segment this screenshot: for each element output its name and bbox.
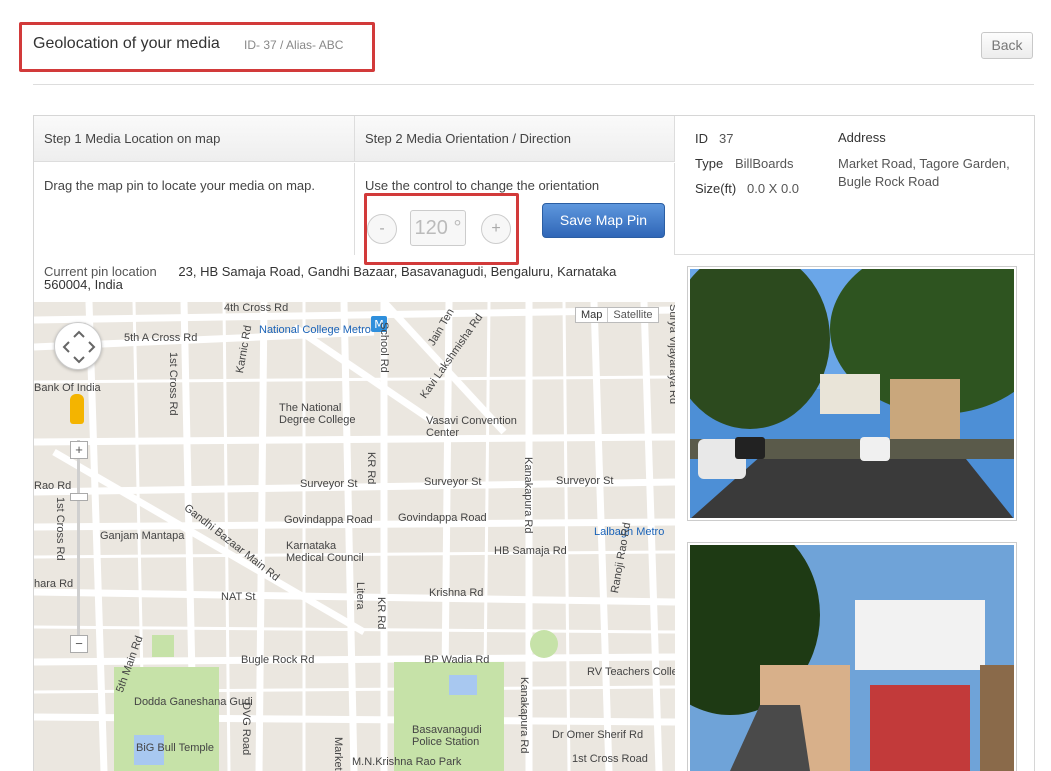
type-value: BillBoards [735,156,794,171]
map-label-hb-samaja: HB Samaja Rd [494,545,567,557]
back-button[interactable]: Back [981,32,1033,59]
map-type-control: Map Satellite [575,307,659,323]
orientation-increase-button[interactable]: + [481,214,511,244]
page-subtitle: ID- 37 / Alias- ABC [244,38,344,52]
map-label-kanakapura: Kanakapura Rd [522,457,534,534]
map-label-surveyor-1: Surveyor St [300,478,358,490]
geolocation-page: Geolocation of your media ID- 37 / Alias… [0,0,1051,771]
page-title: Geolocation of your media [33,35,220,52]
media-photo-2[interactable] [687,542,1017,771]
step2-title: Step 2 Media Orientation / Direction [355,116,675,162]
header-divider [33,84,1034,85]
map-label-rv-teachers: RV Teachers Colle [587,666,675,678]
map-label-bp-wadia: BP Wadia Rd [424,654,490,666]
map-type-satellite-button[interactable]: Satellite [607,308,657,322]
map-label-karnataka-medical: Karnataka Medical Council [286,540,364,564]
map-label-4th-cross: 4th Cross Rd [224,302,289,314]
map-label-litera: Litera [354,582,366,610]
map-label-school-rd: School Rd [378,322,390,373]
map-label-govindappa-2: Govindappa Road [398,512,487,524]
map-label-1st-cross-road: 1st Cross Road [572,753,648,765]
map-label-surveyor-2: Surveyor St [424,476,482,488]
pond [449,675,477,695]
address-label: Address [838,130,886,145]
map-label-national-metro: National College Metro [259,324,371,336]
map-label-govindappa-1: Govindappa Road [284,514,373,526]
id-value: 37 [719,131,734,146]
zoom-in-button[interactable]: + [70,441,88,459]
map-label-omer-sherif: Dr Omer Sherif Rd [552,729,644,741]
orientation-decrease-button[interactable]: - [367,214,397,244]
map-label-dodda-ganeshana: Dodda Ganeshana Gudi [134,696,253,708]
size-value: 0.0 X 0.0 [747,181,800,196]
save-map-pin-button[interactable]: Save Map Pin [542,203,665,238]
map-label-kanakapura-lower: Kanakapura Rd [518,677,530,754]
address-value: Market Road, Tagore Garden, Bugle Rock R… [838,156,1010,189]
map-label-krishna: Krishna Rd [429,587,484,599]
map-label-dvg-road: DVG Road [240,702,252,756]
circle-park [530,630,558,658]
map-label-big-bull: BiG Bull Temple [136,742,215,754]
map-label-kr-rd-lower: KR Rd [375,597,387,630]
small-park [152,635,174,657]
map-label-1st-cross-rd-left: 1st Cross Rd [54,497,66,561]
map-label-bugle-rock: Bugle Rock Rd [241,654,315,666]
orientation-input[interactable]: 120 ° [410,210,466,246]
map-label-hara: hara Rd [34,578,74,590]
map-view[interactable]: M 4th Cross Rd 5th A Cross Rd National C… [34,302,675,771]
map-label-1st-cross: 1st Cross Rd [167,352,179,416]
zoom-slider-track[interactable] [77,440,80,640]
map-label-surveyor-3: Surveyor St [556,475,614,487]
map-label-rao: Rao Rd [34,480,72,492]
size-label: Size(ft) [695,181,737,196]
zoom-slider-handle[interactable] [70,493,88,501]
media-photo-1[interactable] [687,266,1017,521]
park-area [114,667,219,771]
map-label-vasavi: Vasavi Convention Center [426,415,517,439]
map-type-map-button[interactable]: Map [576,308,607,322]
map-label-market: Market [332,737,344,771]
map-label-kr-rd: KR Rd [365,452,377,485]
street-photo-2-art [690,545,1014,771]
current-pin-location: Current pin location 23, HB Samaja Road,… [34,255,675,303]
media-info: ID 37 Type BillBoards Size(ft) 0.0 X 0.0… [675,116,1034,255]
street-photo-image [690,545,1014,771]
street-photo-image [690,269,1014,518]
map-label-nat-st: NAT St [221,591,256,603]
street-view-pegman-icon[interactable] [70,394,84,424]
map-label-5th-a-cross: 5th A Cross Rd [124,332,198,344]
map-label-mn-krishna-park: M.N.Krishna Rao Park [352,756,462,768]
street-photo-1-art [690,269,1014,518]
zoom-out-button[interactable]: − [70,635,88,653]
type-label: Type [695,156,724,171]
map-label-bank: Bank Of India [34,382,101,394]
pan-control[interactable] [54,322,102,370]
step2-instruction-text: Use the control to change the orientatio… [365,178,600,193]
pan-arrows-icon [62,330,96,364]
map-label-national-college: The National Degree College [279,402,356,426]
map-label-ganjam: Ganjam Mantapa [100,530,185,542]
id-label: ID [695,131,708,146]
map-label-police-station: Basavanagudi Police Station [412,724,482,748]
step1-title: Step 1 Media Location on map [34,116,355,162]
geolocation-panel: Step 1 Media Location on map Step 2 Medi… [33,115,1035,771]
step1-instructions: Drag the map pin to locate your media on… [34,163,355,255]
map-label-surya: Surya Vijayaraya Rd [667,304,675,405]
